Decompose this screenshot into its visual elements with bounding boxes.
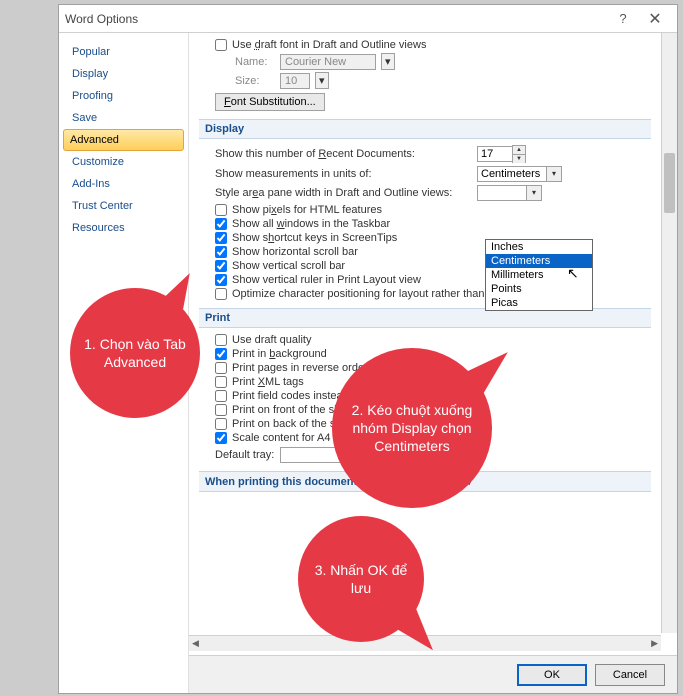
print-back-checkbox[interactable] <box>215 418 227 430</box>
font-size-dropdown-icon[interactable]: ▾ <box>315 72 329 89</box>
draft-font-checkbox[interactable] <box>215 39 227 51</box>
units-dropdown-button[interactable]: ▾ <box>546 166 562 182</box>
callout-3: 3. Nhấn OK để lưu <box>298 516 424 642</box>
option-points[interactable]: Points <box>486 282 592 296</box>
close-button[interactable]: ✕ <box>639 8 671 30</box>
style-pane-label: Style area pane width in Draft and Outli… <box>215 187 455 199</box>
option-inches[interactable]: Inches <box>486 240 592 254</box>
units-combo[interactable] <box>477 166 547 182</box>
sidebar-item-trustcenter[interactable]: Trust Center <box>59 195 188 217</box>
sidebar-item-display[interactable]: Display <box>59 63 188 85</box>
units-label: Show measurements in units of: <box>215 168 455 180</box>
display-section-header: Display <box>199 119 651 139</box>
draft-quality-checkbox[interactable] <box>215 334 227 346</box>
dialog-footer: OK Cancel <box>189 655 677 693</box>
font-size-select[interactable]: 10 <box>280 73 310 89</box>
vruler-checkbox[interactable] <box>215 274 227 286</box>
font-substitution-button[interactable]: Font Substitution... <box>215 93 325 111</box>
hscroll-checkbox[interactable] <box>215 246 227 258</box>
pixels-label: Show pixels for HTML features <box>232 204 382 216</box>
print-background-label: Print in background <box>232 348 327 360</box>
font-size-label: Size: <box>235 75 275 87</box>
sidebar-item-resources[interactable]: Resources <box>59 217 188 239</box>
ok-button[interactable]: OK <box>517 664 587 686</box>
sidebar-item-popular[interactable]: Popular <box>59 41 188 63</box>
default-tray-label: Default tray: <box>215 449 274 461</box>
pixels-checkbox[interactable] <box>215 204 227 216</box>
windows-label: Show all windows in the Taskbar <box>232 218 390 230</box>
vertical-scrollbar[interactable] <box>661 33 677 633</box>
print-front-checkbox[interactable] <box>215 404 227 416</box>
help-button[interactable]: ? <box>607 8 639 30</box>
draft-font-label: Use draft font in Draft and Outline view… <box>232 39 426 51</box>
recent-docs-spinner[interactable]: ▲▼ <box>512 145 526 163</box>
font-name-dropdown-icon[interactable]: ▾ <box>381 53 395 70</box>
shortcut-checkbox[interactable] <box>215 232 227 244</box>
recent-docs-input[interactable] <box>477 146 513 162</box>
vscroll-label: Show vertical scroll bar <box>232 260 345 272</box>
recent-docs-label: Show this number of Recent Documents: <box>215 148 455 160</box>
window-title: Word Options <box>65 12 607 26</box>
print-field-checkbox[interactable] <box>215 390 227 402</box>
font-name-select[interactable]: Courier New <box>280 54 376 70</box>
print-xml-label: Print XML tags <box>232 376 304 388</box>
optimize-checkbox[interactable] <box>215 288 227 300</box>
vscroll-checkbox[interactable] <box>215 260 227 272</box>
print-scale-checkbox[interactable] <box>215 432 227 444</box>
print-background-checkbox[interactable] <box>215 348 227 360</box>
style-pane-input[interactable] <box>477 185 527 201</box>
sidebar-item-proofing[interactable]: Proofing <box>59 85 188 107</box>
callout-1: 1. Chọn vào Tab Advanced <box>70 288 200 418</box>
cancel-button[interactable]: Cancel <box>595 664 665 686</box>
print-section-header: Print <box>199 308 651 328</box>
sidebar-item-customize[interactable]: Customize <box>59 151 188 173</box>
sidebar-item-addins[interactable]: Add-Ins <box>59 173 188 195</box>
cursor-icon: ↖ <box>567 265 579 282</box>
draft-quality-label: Use draft quality <box>232 334 311 346</box>
print-xml-checkbox[interactable] <box>215 376 227 388</box>
callout-2: 2. Kéo chuột xuống nhóm Display chọn Cen… <box>332 348 492 508</box>
option-picas[interactable]: Picas <box>486 296 592 310</box>
shortcut-label: Show shortcut keys in ScreenTips <box>232 232 397 244</box>
font-name-label: Name: <box>235 56 275 68</box>
sidebar-item-advanced[interactable]: Advanced <box>63 129 184 151</box>
print-reverse-checkbox[interactable] <box>215 362 227 374</box>
windows-checkbox[interactable] <box>215 218 227 230</box>
hscroll-label: Show horizontal scroll bar <box>232 246 358 258</box>
vruler-label: Show vertical ruler in Print Layout view <box>232 274 421 286</box>
sidebar-item-save[interactable]: Save <box>59 107 188 129</box>
titlebar: Word Options ? ✕ <box>59 5 677 33</box>
